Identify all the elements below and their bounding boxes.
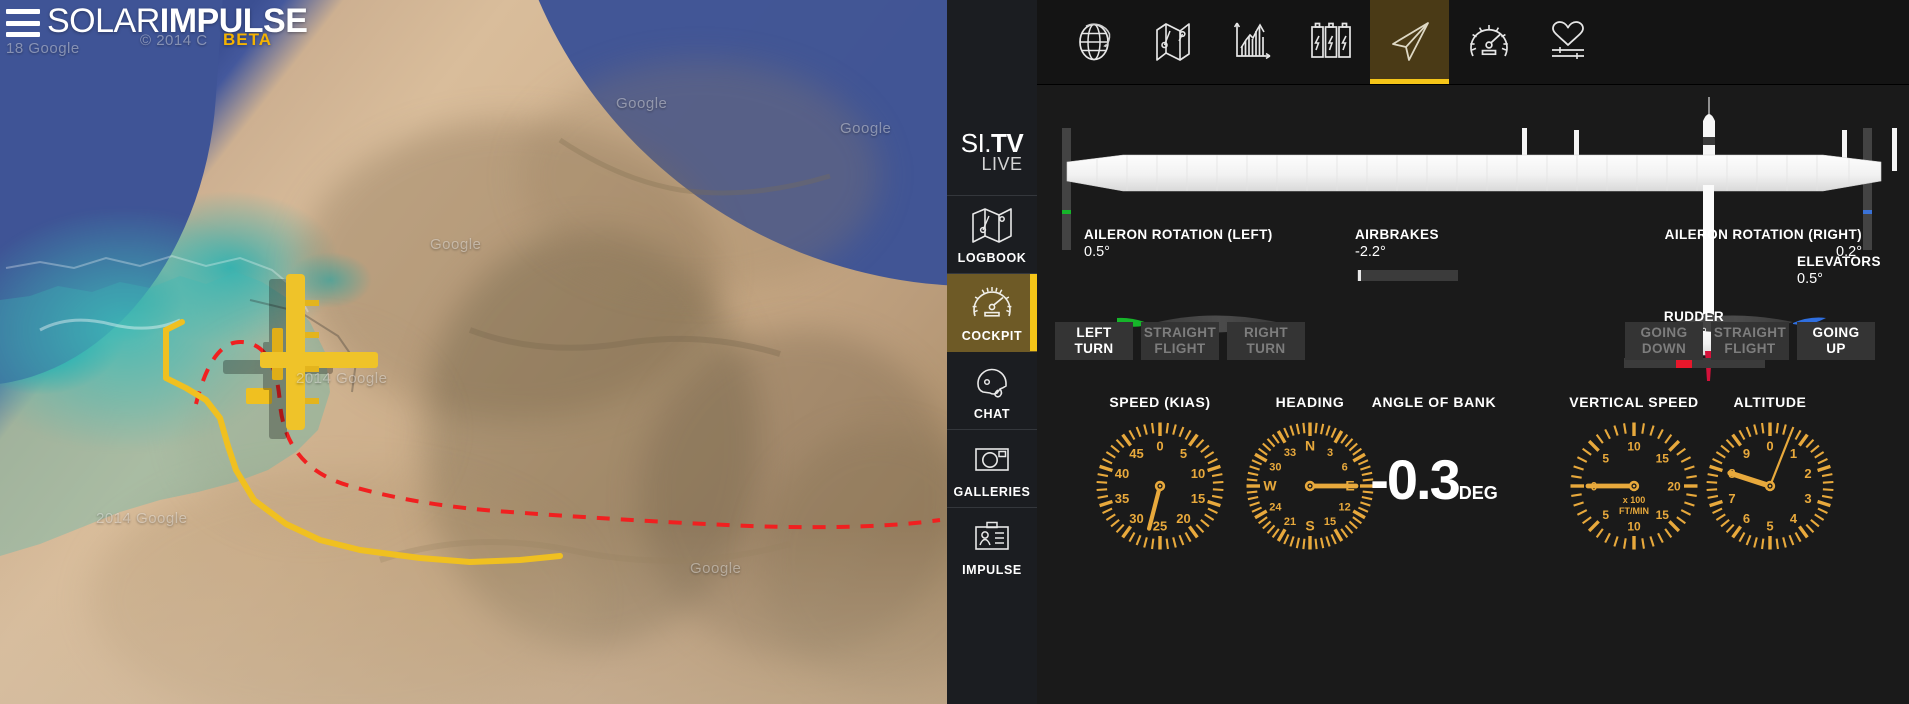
toolbar-vitals-button[interactable] (1528, 0, 1607, 84)
cockpit-panel: AILERON ROTATION (LEFT) 0.5° AIRBRAKES -… (1037, 0, 1909, 704)
button-line-1: STRAIGHT (1143, 325, 1217, 340)
svg-text:1: 1 (1790, 446, 1797, 461)
airbrakes-readout: AIRBRAKES -2.2° (1355, 226, 1439, 262)
left-turn-button[interactable]: LEFT TURN (1055, 322, 1133, 360)
sidebar-item-logbook[interactable]: LOGBOOK (947, 196, 1037, 274)
map-fold-icon (1155, 23, 1190, 61)
heart-icon (1551, 21, 1584, 59)
altitude-dial: 0123456789 (1706, 422, 1834, 550)
app-root: 18 Google © 2014 C Google Google 2014 Go… (0, 0, 1909, 704)
svg-text:9: 9 (1743, 446, 1750, 461)
brand-word-solar: SOLAR (47, 2, 160, 40)
button-line-2: FLIGHT (1724, 341, 1776, 356)
svg-text:2: 2 (1804, 466, 1811, 481)
toolbar-flight-surfaces-button[interactable] (1370, 0, 1449, 84)
button-line-1: RIGHT (1244, 325, 1288, 340)
altitude-title: ALTITUDE (1733, 394, 1807, 410)
globe-icon (1078, 23, 1110, 61)
svg-text:35: 35 (1115, 491, 1129, 506)
instrument-gauges: SPEED (KIAS) 0 5 10 15 20 25 30 35 40 45 HEADING … (1037, 394, 1909, 704)
button-line-1: GOING (1640, 325, 1688, 340)
svg-text:30: 30 (1269, 462, 1281, 474)
elevators-value: 0.5° (1797, 271, 1823, 287)
toolbar-instruments-button[interactable] (1449, 0, 1528, 84)
aileron-left-readout: AILERON ROTATION (LEFT) 0.5° (1084, 226, 1273, 262)
straight-flight-climb-button[interactable]: STRAIGHT FLIGHT (1711, 322, 1789, 360)
svg-text:30: 30 (1129, 511, 1143, 526)
gauge-icon (972, 286, 1012, 317)
right-turn-button[interactable]: RIGHT TURN (1227, 322, 1305, 360)
toolbar-map-button[interactable] (1133, 0, 1212, 84)
sidebar: SI.TV LIVE LOGBOOK COCKPIT CHAT GALLERIE… (947, 0, 1037, 704)
airbrakes-slider[interactable] (1357, 270, 1458, 281)
gauge-icon (1469, 25, 1508, 57)
sidebar-item-label: LOGBOOK (957, 250, 1027, 265)
si-tv-label: SI.TV (960, 128, 1024, 158)
sidebar-item-cockpit[interactable]: COCKPIT (947, 274, 1037, 352)
button-line-2: TURN (1074, 341, 1114, 356)
battery-icon (1310, 22, 1351, 58)
svg-text:4: 4 (1790, 511, 1798, 526)
altitude-gauge[interactable]: ALTITUDE 0123456789 (1610, 394, 1909, 556)
elevators-readout: ELEVATORS 0.5° (1797, 253, 1881, 289)
airbrakes-value: -2.2° (1355, 244, 1386, 260)
svg-text:3: 3 (1804, 491, 1811, 506)
map-view[interactable]: 18 Google © 2014 C Google Google 2014 Go… (0, 0, 947, 704)
sidebar-item-label: IMPULSE (962, 563, 1022, 577)
svg-text:5: 5 (1766, 519, 1773, 534)
button-line-2: TURN (1246, 341, 1286, 356)
brand-beta-badge: BETA (223, 30, 273, 49)
svg-text:45: 45 (1129, 446, 1143, 461)
toolbar-charts-button[interactable] (1212, 0, 1291, 84)
button-line-2: DOWN (1641, 341, 1687, 356)
sidebar-item-si-tv[interactable]: SI.TV LIVE (947, 0, 1037, 196)
plane-icon (1391, 22, 1429, 61)
aileron-left-label: AILERON ROTATION (LEFT) (1084, 227, 1273, 242)
cockpit-toolbar (1037, 0, 1909, 85)
button-line-2: FLIGHT (1154, 341, 1206, 356)
si-tv-live-label: LIVE (981, 154, 1023, 174)
button-line-2: UP (1826, 341, 1846, 356)
svg-text:5: 5 (1602, 451, 1609, 465)
svg-text:W: W (1263, 478, 1277, 494)
sidebar-item-label: COCKPIT (961, 328, 1023, 343)
svg-text:7: 7 (1728, 491, 1735, 506)
svg-text:6: 6 (1743, 511, 1750, 526)
going-down-button[interactable]: GOING DOWN (1625, 322, 1703, 360)
toolbar-batteries-button[interactable] (1291, 0, 1370, 84)
elevators-label: ELEVATORS (1797, 254, 1881, 269)
map-fold-icon (972, 207, 1012, 243)
button-line-1: GOING (1812, 325, 1860, 340)
svg-text:5: 5 (1602, 508, 1609, 522)
svg-text:24: 24 (1269, 502, 1282, 514)
aileron-right-label: AILERON ROTATION (RIGHT) (1664, 227, 1862, 242)
button-line-1: STRAIGHT (1713, 325, 1787, 340)
svg-text:40: 40 (1115, 466, 1129, 481)
button-line-1: LEFT (1076, 325, 1112, 340)
aileron-left-value: 0.5° (1084, 244, 1110, 260)
hamburger-menu-icon[interactable] (6, 9, 40, 37)
map-overlay (0, 137, 941, 565)
chart-icon (1233, 22, 1270, 60)
angle-of-bank-value: -0.3 (1370, 448, 1460, 511)
going-up-button[interactable]: GOING UP (1797, 322, 1875, 360)
airbrakes-label: AIRBRAKES (1355, 227, 1439, 242)
airbrakes-slider-knob[interactable] (1358, 270, 1361, 281)
svg-text:0: 0 (1766, 439, 1773, 454)
toolbar-globe-button[interactable] (1054, 0, 1133, 84)
straight-flight-turn-button[interactable]: STRAIGHT FLIGHT (1141, 322, 1219, 360)
